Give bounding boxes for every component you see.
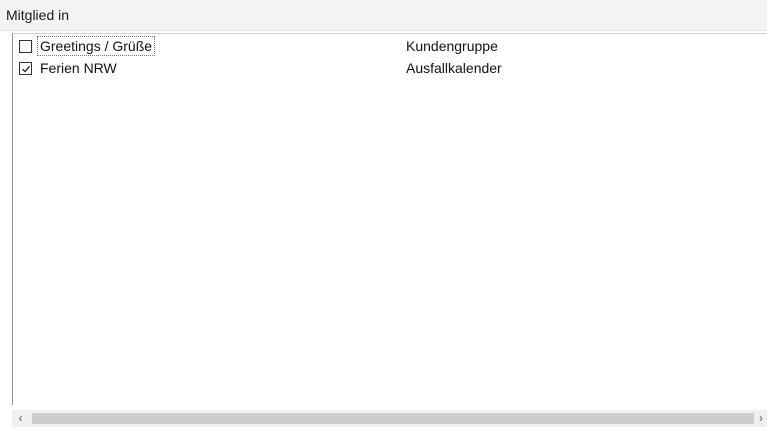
- horizontal-scrollbar[interactable]: ‹ ›: [12, 410, 767, 427]
- list-item-type: Kundengruppe: [406, 38, 498, 54]
- panel-header: Mitglied in: [0, 0, 767, 31]
- list-item[interactable]: Greetings / Grüße Kundengruppe: [13, 36, 767, 59]
- membership-list[interactable]: Greetings / Grüße Kundengruppe Ferien NR…: [12, 33, 767, 405]
- list-item-name[interactable]: Ferien NRW: [38, 59, 119, 77]
- checkbox-checked[interactable]: [19, 62, 32, 75]
- member-of-panel: Mitglied in Greetings / Grüße Kundengrup…: [0, 0, 767, 439]
- scrollbar-thumb[interactable]: [32, 413, 754, 424]
- scroll-right-arrow-icon[interactable]: ›: [755, 410, 767, 427]
- checkbox-unchecked[interactable]: [19, 40, 32, 53]
- scroll-left-arrow-icon[interactable]: ‹: [12, 410, 29, 427]
- list-item-type: Ausfallkalender: [406, 60, 502, 76]
- checkmark-icon: [22, 65, 31, 73]
- list-item[interactable]: Ferien NRW Ausfallkalender: [13, 59, 767, 81]
- panel-title: Mitglied in: [6, 7, 70, 23]
- list-item-name[interactable]: Greetings / Grüße: [37, 36, 156, 56]
